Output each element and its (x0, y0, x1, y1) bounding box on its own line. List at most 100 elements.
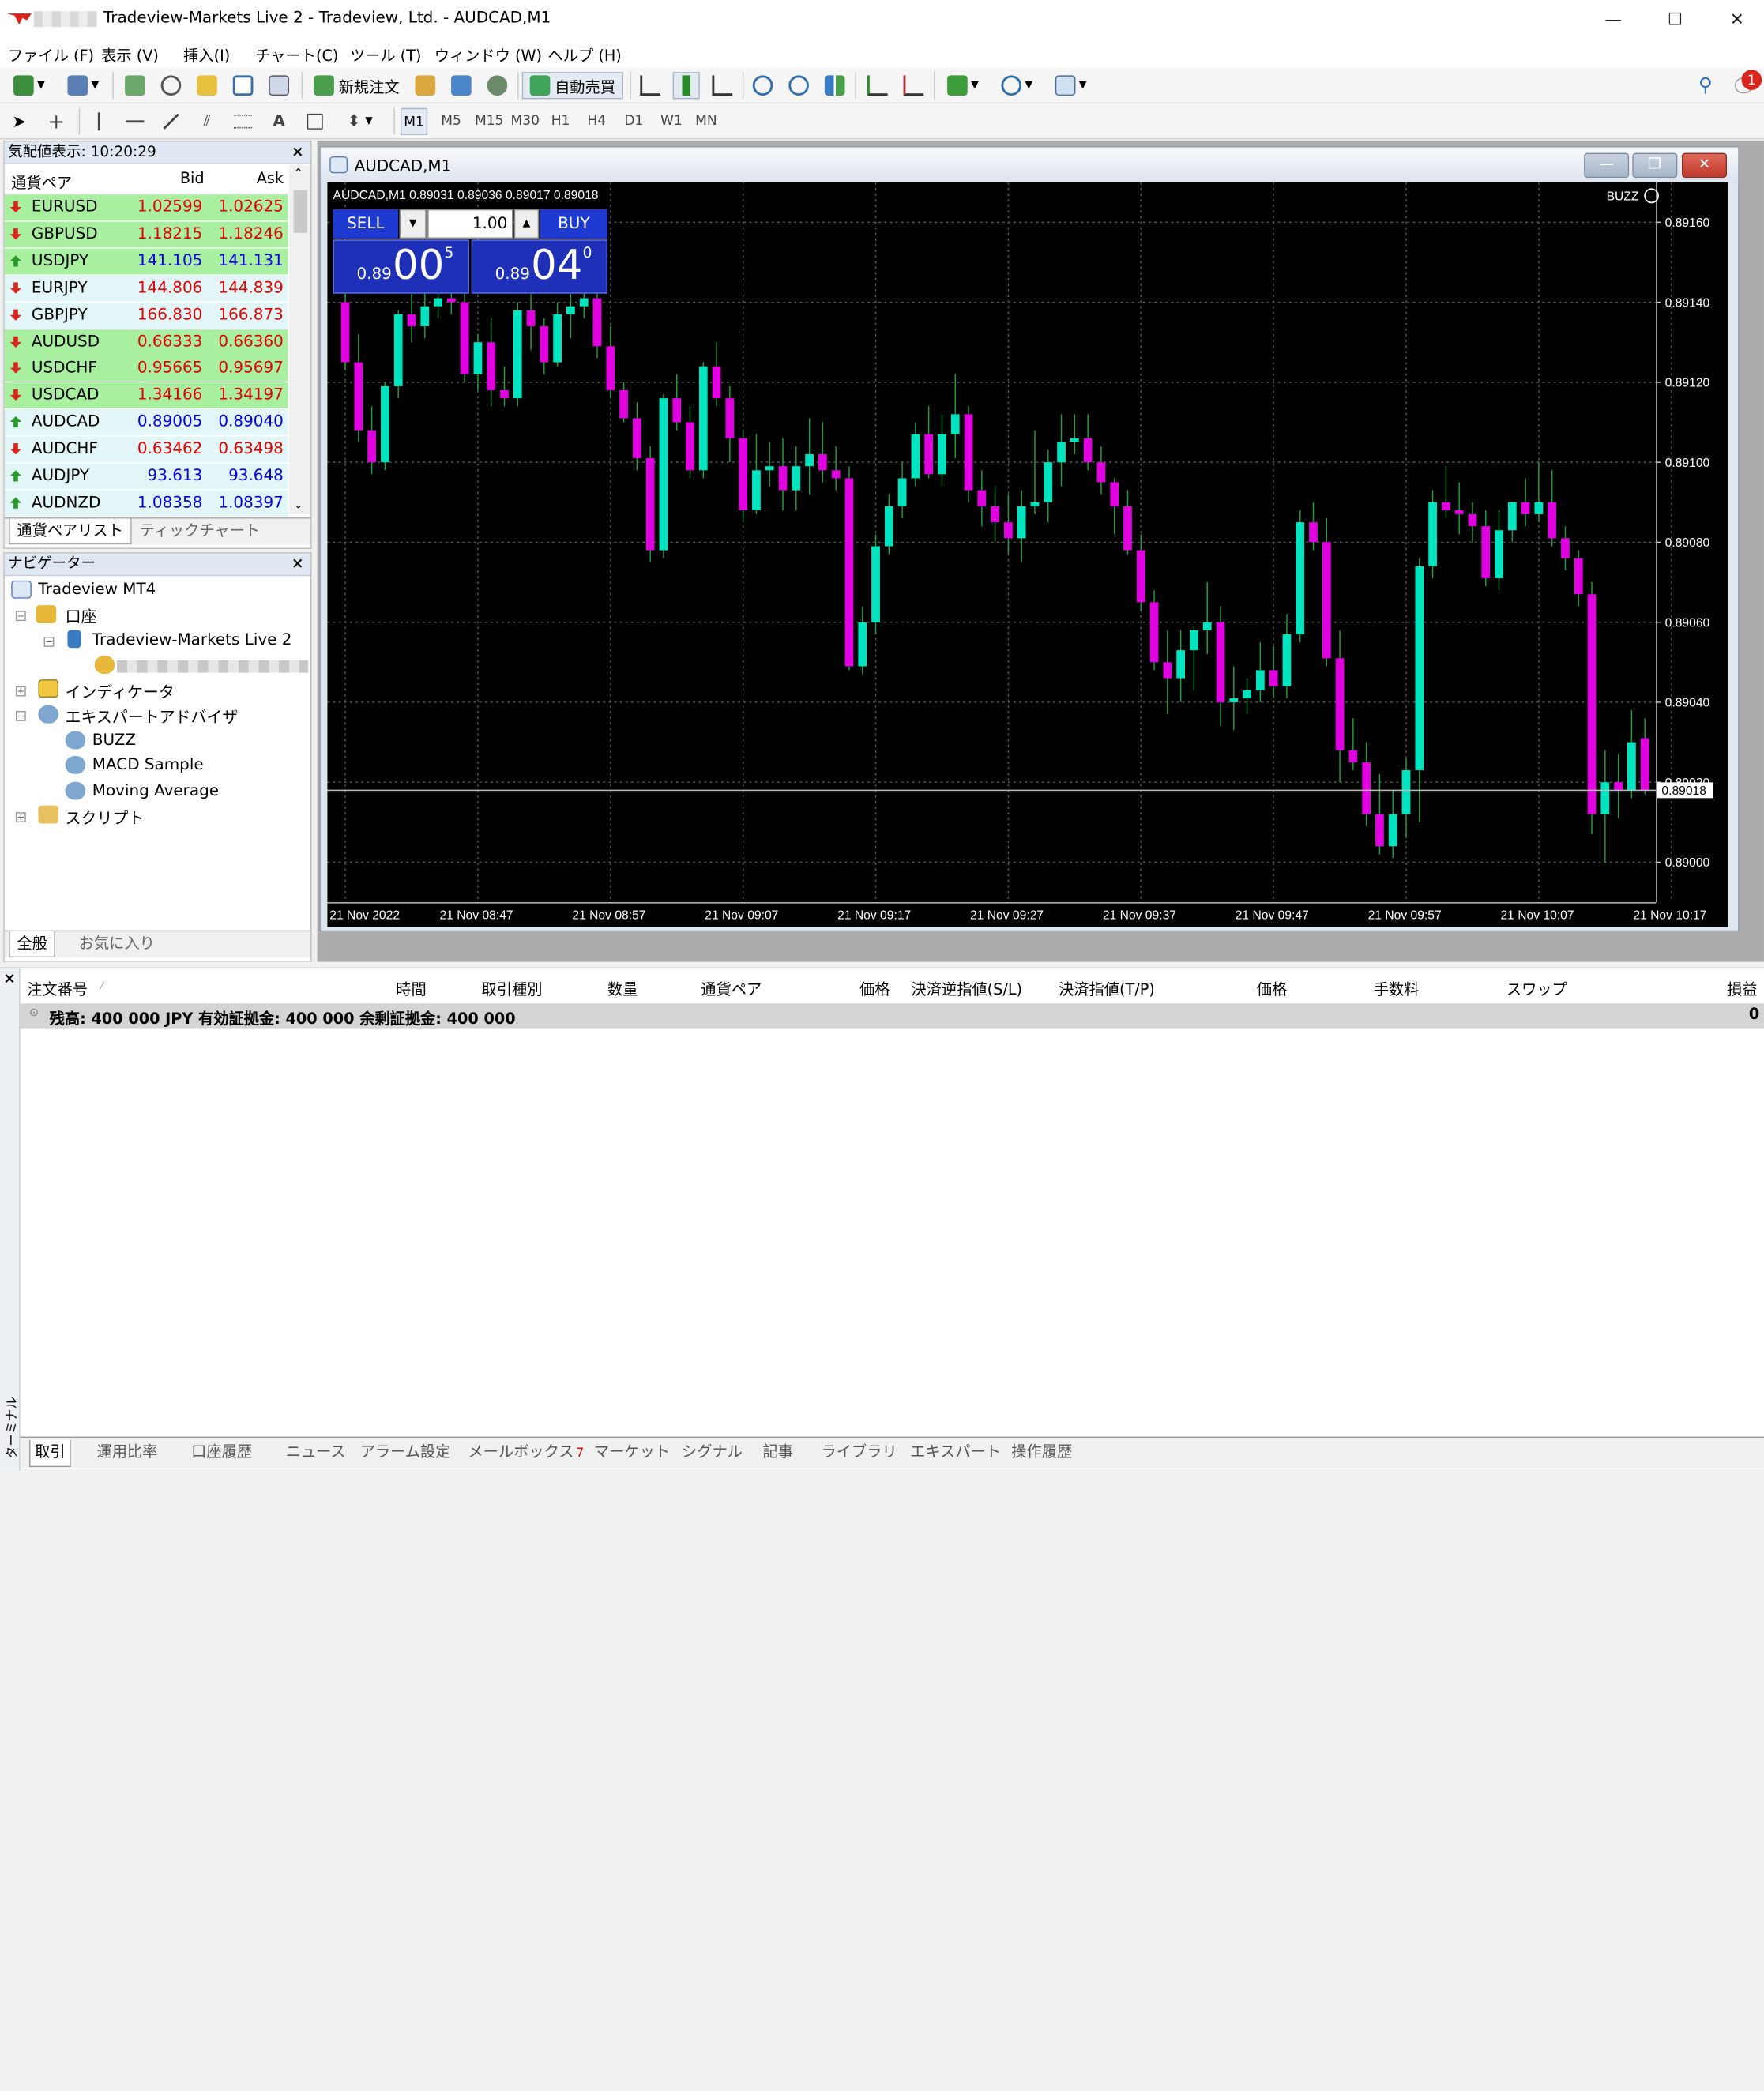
col-time[interactable]: 時間 (396, 976, 426, 999)
terminal-button[interactable] (230, 72, 257, 99)
autoscroll-button[interactable] (900, 72, 927, 99)
tab-exposure[interactable]: 運用比率 (92, 1440, 162, 1467)
tab-news[interactable]: ニュース (281, 1440, 350, 1467)
market-watch-row[interactable]: EURUSD 1.02599 1.02625 (4, 194, 288, 222)
search-button[interactable]: ⚲ (1692, 72, 1719, 99)
timeframe-h1-button[interactable]: H1 (551, 112, 570, 128)
periods-button[interactable]: ▼ (995, 72, 1040, 99)
col-bid[interactable]: Bid (180, 170, 205, 188)
notifications-button[interactable]: 1 (1728, 70, 1762, 99)
market-watch-close-button[interactable]: × (291, 141, 304, 164)
vertical-line-button[interactable] (88, 108, 110, 135)
menu-view[interactable]: 表示 (V) (101, 43, 159, 66)
tab-library[interactable]: ライブラリ (817, 1440, 902, 1467)
col-type[interactable]: 取引種別 (482, 976, 543, 999)
expand-server-icon[interactable]: − (43, 637, 55, 647)
tab-favorites[interactable]: お気に入り (72, 931, 161, 957)
tab-journal[interactable]: 操作履歴 (1007, 1440, 1077, 1467)
chart-restore-button[interactable]: ❐ (1632, 152, 1678, 179)
timeframe-d1-button[interactable]: D1 (624, 112, 643, 128)
nav-ea-buzz[interactable]: BUZZ (92, 731, 136, 750)
col-symbol[interactable]: 通貨ペア (11, 170, 72, 193)
zoom-out-button[interactable] (785, 72, 812, 99)
chart-shift-button[interactable] (864, 72, 891, 99)
col-order[interactable]: 注文番号 (27, 976, 88, 999)
data-window-button[interactable] (157, 72, 184, 99)
col-volume[interactable]: 数量 (607, 976, 638, 999)
market-watch-scrollbar[interactable]: ⌃ ⌄ (288, 165, 311, 514)
col-price[interactable]: 価格 (859, 976, 890, 999)
bar-chart-button[interactable] (637, 72, 664, 99)
timeframe-m1-button[interactable]: M1 (400, 107, 428, 135)
expand-experts-icon[interactable]: − (15, 711, 26, 721)
templates-button[interactable]: ▼ (1048, 72, 1093, 99)
scroll-thumb[interactable] (293, 190, 307, 233)
menu-file[interactable]: ファイル (F) (8, 43, 94, 66)
scroll-down-icon[interactable]: ⌄ (294, 499, 303, 512)
nav-indicators[interactable]: インディケータ (66, 681, 175, 703)
nav-accounts[interactable]: 口座 (66, 605, 97, 627)
indicators-button[interactable]: ▼ (941, 72, 986, 99)
scroll-up-icon[interactable]: ⌃ (294, 167, 303, 180)
tab-tick-chart[interactable]: ティックチャート (133, 519, 267, 545)
timeframe-m30-button[interactable]: M30 (511, 112, 540, 128)
line-chart-button[interactable] (709, 72, 735, 99)
cursor-tool-button[interactable]: ➤ (7, 108, 32, 135)
maximize-button[interactable]: ☐ (1653, 5, 1698, 34)
market-watch-button[interactable] (122, 72, 149, 99)
expand-scripts-icon[interactable]: + (15, 812, 26, 823)
lot-size-input[interactable]: 1.00 (427, 209, 513, 239)
market-watch-row[interactable]: AUDJPY 93.613 93.648 (4, 463, 288, 491)
timeframe-m15-button[interactable]: M15 (475, 112, 503, 128)
market-watch-row[interactable]: USDCHF 0.95665 0.95697 (4, 355, 288, 383)
fibonacci-button[interactable] (230, 108, 257, 135)
horizontal-line-button[interactable] (122, 108, 149, 135)
market-watch-row[interactable]: AUDNZD 1.08358 1.08397 (4, 490, 288, 517)
tile-windows-button[interactable] (822, 72, 848, 99)
timeframe-h4-button[interactable]: H4 (587, 112, 606, 128)
community-button[interactable] (448, 72, 475, 99)
timeframe-w1-button[interactable]: W1 (660, 112, 683, 128)
strategy-tester-button[interactable] (265, 72, 292, 99)
menu-insert[interactable]: 挿入(I) (183, 43, 230, 66)
nav-server[interactable]: Tradeview-Markets Live 2 (92, 631, 292, 649)
market-watch-row[interactable]: USDCAD 1.34166 1.34197 (4, 382, 288, 410)
text-tool-button[interactable]: A (268, 108, 290, 135)
expand-accounts-icon[interactable]: − (15, 611, 26, 622)
crosshair-tool-button[interactable]: + (43, 108, 70, 135)
lot-decrease-button[interactable]: ▼ (399, 209, 427, 239)
tab-signals[interactable]: シグナル (677, 1440, 747, 1467)
close-button[interactable]: ✕ (1714, 5, 1759, 34)
tab-experts[interactable]: エキスパート (905, 1440, 1005, 1467)
equidistant-channel-button[interactable]: ⫽ (194, 108, 220, 135)
chart-minimize-button[interactable]: — (1584, 152, 1630, 179)
col-price2[interactable]: 価格 (1257, 976, 1287, 999)
profiles-button[interactable]: ▼ (61, 72, 106, 99)
menu-help[interactable]: ヘルプ (H) (548, 43, 622, 66)
tab-account-history[interactable]: 口座履歴 (186, 1440, 256, 1467)
navigator-close-button[interactable]: × (291, 554, 304, 576)
nav-root[interactable]: Tradeview MT4 (38, 581, 156, 599)
chart-close-button[interactable]: ✕ (1682, 152, 1727, 179)
balance-row[interactable]: ⊙ 残高: 400 000 JPY 有効証拠金: 400 000 余剰証拠金: … (20, 1003, 1764, 1029)
col-symbol[interactable]: 通貨ペア (701, 976, 762, 999)
metaeditor-button[interactable] (412, 72, 438, 99)
new-order-button[interactable]: 新規注文 (308, 72, 404, 99)
market-watch-row[interactable]: AUDUSD 0.66333 0.66360 (4, 329, 288, 356)
tab-trade[interactable]: 取引 (29, 1439, 71, 1468)
terminal-close-button[interactable]: × (3, 971, 16, 987)
new-chart-button[interactable]: ▼ (7, 72, 52, 99)
minimize-button[interactable]: — (1591, 5, 1636, 34)
menu-window[interactable]: ウィンドウ (W) (434, 43, 542, 66)
col-profit[interactable]: 損益 (1727, 976, 1757, 999)
buy-button[interactable]: BUY (540, 209, 608, 239)
col-sl[interactable]: 決済逆指値(S/L) (912, 976, 1023, 999)
market-watch-row[interactable]: USDJPY 141.105 141.131 (4, 248, 288, 276)
trendline-button[interactable] (157, 108, 184, 135)
col-tp[interactable]: 決済指値(T/P) (1059, 976, 1155, 999)
expand-indicators-icon[interactable]: + (15, 686, 26, 697)
tab-mailbox[interactable]: メールボックス 7 (464, 1440, 589, 1467)
market-watch-row[interactable]: GBPJPY 166.830 166.873 (4, 302, 288, 329)
tab-alerts[interactable]: アラーム設定 (355, 1440, 455, 1467)
nav-ea-moving-average[interactable]: Moving Average (92, 782, 219, 800)
